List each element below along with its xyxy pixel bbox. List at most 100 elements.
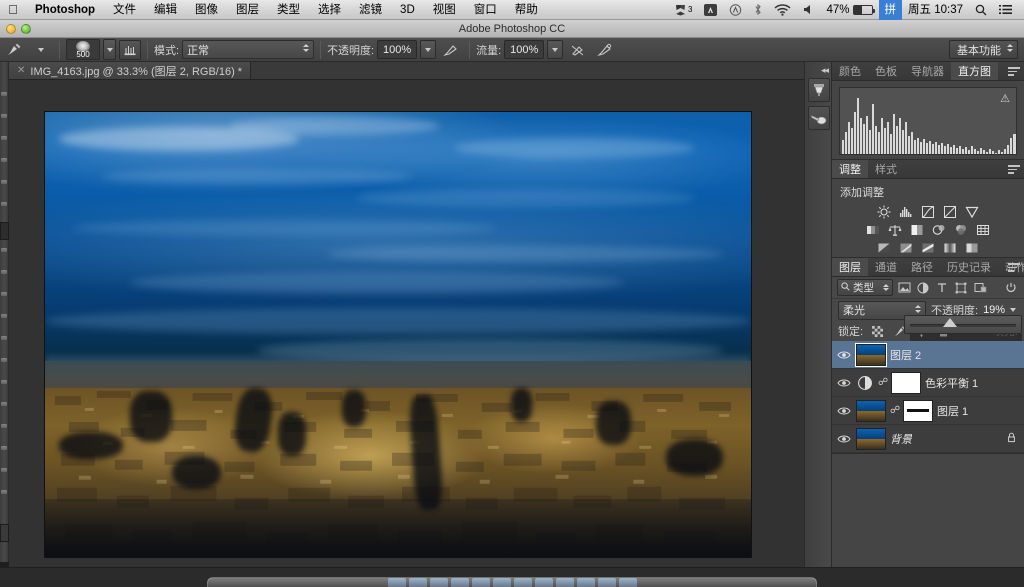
filter-toggle-icon[interactable] (1003, 279, 1019, 296)
dock-item[interactable] (597, 578, 616, 587)
close-icon[interactable]: ✕ (17, 65, 25, 76)
table-row[interactable]: 图层 2 (832, 341, 1024, 369)
tool-icon-eraser[interactable] (1, 292, 7, 296)
tool-icon-marquee[interactable] (1, 92, 7, 96)
layer-name[interactable]: 色彩平衡 1 (925, 375, 978, 391)
layer-mask-thumbnail[interactable] (903, 399, 933, 422)
circle-a-icon[interactable] (723, 0, 748, 20)
tab-navigator[interactable]: 导航器 (904, 62, 951, 80)
layer-visibility-icon[interactable] (836, 378, 852, 388)
dropbox-icon[interactable]: 3 (668, 0, 698, 20)
clock-label[interactable]: 周五 10:37 (902, 0, 969, 20)
tool-icon-zoom[interactable] (1, 490, 7, 494)
dock-item[interactable] (513, 578, 532, 587)
dock-item[interactable] (534, 578, 553, 587)
document-tab[interactable]: ✕ IMG_4163.jpg @ 33.3% (图层 2, RGB/16) * (9, 62, 252, 79)
tool-icon-hand[interactable] (1, 468, 7, 472)
filter-smart-object-icon[interactable] (972, 279, 988, 296)
document-image[interactable] (44, 111, 752, 558)
flow-chevron-down-icon[interactable] (547, 40, 564, 59)
spotlight-search-icon[interactable] (969, 0, 993, 20)
table-row[interactable]: ☍ 图层 1 (832, 397, 1024, 425)
dock-item[interactable] (387, 578, 406, 587)
filter-adjustment-icon[interactable] (915, 279, 931, 296)
levels-icon[interactable] (899, 205, 914, 219)
dock-item[interactable] (555, 578, 574, 587)
menu-item-select[interactable]: 选择 (309, 0, 350, 20)
menu-item-view[interactable]: 视图 (424, 0, 465, 20)
opacity-slider-knob[interactable] (943, 318, 957, 327)
filter-shape-icon[interactable] (953, 279, 969, 296)
menu-item-image[interactable]: 图像 (186, 0, 227, 20)
layer-mask-thumbnail[interactable] (891, 371, 921, 394)
tool-icon-history-brush[interactable] (1, 270, 7, 274)
apple-logo-icon[interactable]:  (0, 3, 26, 16)
exposure-icon[interactable] (943, 205, 958, 219)
tool-icon-dodge[interactable] (1, 358, 7, 362)
dock-item[interactable] (471, 578, 490, 587)
input-method-icon[interactable]: 拼 (878, 0, 903, 20)
dock-item[interactable] (576, 578, 595, 587)
tool-icon-shape[interactable] (1, 446, 7, 450)
menu-item-file[interactable]: 文件 (104, 0, 145, 20)
curves-icon[interactable] (921, 205, 936, 219)
dock-item[interactable] (618, 578, 637, 587)
opacity-slider-track[interactable] (910, 324, 1016, 327)
brush-preset-picker[interactable]: 500 (66, 39, 100, 60)
tab-histogram[interactable]: 直方图 (951, 62, 998, 80)
threshold-icon[interactable] (921, 241, 936, 255)
dock-item[interactable] (492, 578, 511, 587)
dock-item[interactable] (450, 578, 469, 587)
zoom-button[interactable] (21, 24, 31, 34)
tool-icon-healing[interactable] (1, 202, 7, 206)
tab-history[interactable]: 历史记录 (940, 258, 998, 276)
opacity-input[interactable]: 100% (377, 40, 418, 59)
battery-icon[interactable]: 47% (820, 0, 878, 20)
pressure-size-icon[interactable] (593, 40, 617, 60)
tool-preset-chevron-down-icon[interactable] (29, 40, 53, 60)
color-lookup-icon[interactable] (976, 223, 991, 237)
hue-saturation-icon[interactable] (866, 223, 881, 237)
adjustment-layer-icon[interactable] (856, 374, 874, 392)
notification-center-icon[interactable] (993, 0, 1018, 20)
tab-adjustments[interactable]: 调整 (832, 160, 868, 178)
pressure-opacity-icon[interactable] (439, 40, 463, 60)
opacity-chevron-down-icon[interactable] (420, 40, 437, 59)
layer-name[interactable]: 图层 2 (890, 347, 921, 363)
channel-mixer-icon[interactable] (954, 223, 969, 237)
dock-item[interactable] (429, 578, 448, 587)
lock-transparency-icon[interactable] (869, 323, 885, 340)
layer-thumbnail[interactable] (855, 342, 887, 367)
tab-layers[interactable]: 图层 (832, 258, 868, 276)
blend-mode-select[interactable]: 正常 (182, 40, 315, 59)
menu-item-photoshop[interactable]: Photoshop (26, 0, 104, 20)
tool-icon-clone-stamp[interactable] (1, 248, 7, 252)
tab-color[interactable]: 颜色 (832, 62, 868, 80)
posterize-icon[interactable] (899, 241, 914, 255)
black-white-icon[interactable] (910, 223, 925, 237)
tool-icon-gradient[interactable] (1, 314, 7, 318)
link-mask-icon[interactable]: ☍ (878, 377, 888, 388)
layer-name[interactable]: 图层 1 (937, 403, 968, 419)
photo-filter-icon[interactable] (932, 223, 947, 237)
selective-color-icon[interactable] (965, 241, 980, 255)
filter-type-icon[interactable] (934, 279, 950, 296)
brightness-contrast-icon[interactable] (877, 205, 892, 219)
canvas-area[interactable] (9, 80, 804, 567)
layer-visibility-icon[interactable] (836, 350, 852, 360)
link-mask-icon[interactable]: ☍ (890, 405, 900, 416)
menu-item-3d[interactable]: 3D (391, 0, 424, 20)
foreground-color-swatch[interactable] (0, 524, 9, 542)
tool-icon-quick-select[interactable] (1, 136, 7, 140)
tools-panel[interactable] (0, 62, 9, 562)
tab-paths[interactable]: 路径 (904, 258, 940, 276)
vibrance-icon[interactable] (965, 205, 980, 219)
cached-data-warning-icon[interactable]: ⚠ (1000, 92, 1010, 105)
wifi-icon[interactable] (768, 0, 797, 20)
flow-input[interactable]: 100% (504, 40, 545, 59)
brush-tool-icon[interactable] (2, 40, 26, 60)
brush-preset-chevron-down-icon[interactable] (103, 39, 116, 60)
airbrush-icon[interactable] (566, 40, 590, 60)
menu-item-window[interactable]: 窗口 (465, 0, 506, 20)
tool-icon-type[interactable] (1, 402, 7, 406)
